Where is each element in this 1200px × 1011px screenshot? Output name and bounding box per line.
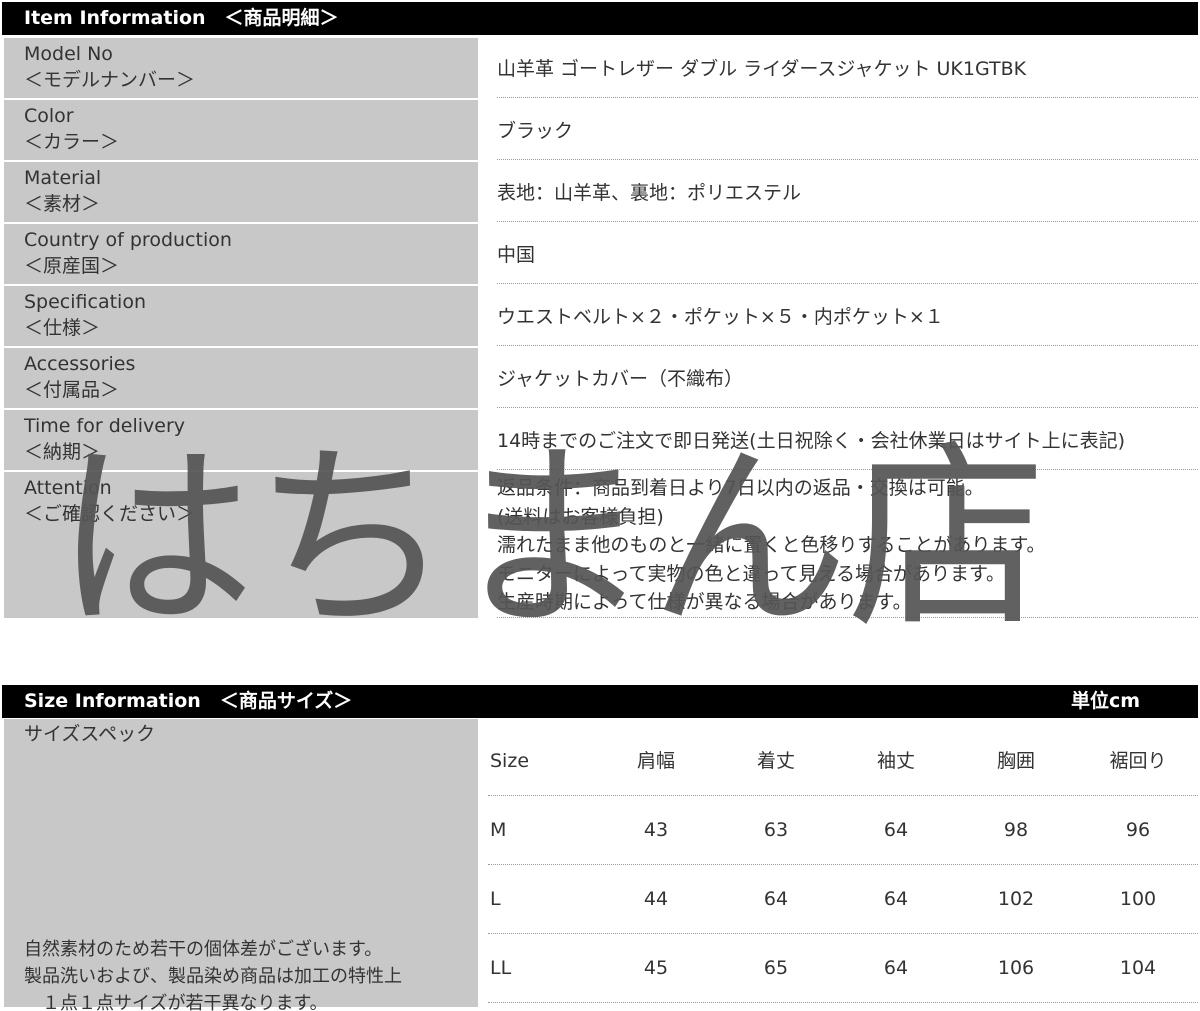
item-row-label-ja: ＜納期＞ — [24, 441, 101, 463]
item-row-label-en: Specification — [24, 291, 146, 313]
item-row-label-en: Accessories — [24, 353, 136, 375]
item-row-value: 返品条件：商品到着日より7日以内の返品・交換は可能。 (送料はお客様負担) 濡れたま… — [497, 472, 1198, 618]
size-table-column-header: 胸囲 — [996, 750, 1035, 772]
item-row-value-line: 中国 — [497, 244, 536, 266]
item-row-label: Model No ＜モデルナンバー＞ — [4, 38, 478, 98]
item-row-value: 14時までのご注文で即日発送(土日祝除く・会社休業日はサイト上に表記) — [497, 410, 1198, 470]
item-row-value-line: 返品条件：商品到着日より7日以内の返品・交換は可能。 — [497, 477, 984, 499]
item-row-label-ja: ＜仕様＞ — [24, 317, 101, 339]
size-table-cell: 104 — [1119, 957, 1157, 979]
size-unit: 単位cm — [1070, 690, 1140, 712]
item-row: Country of production ＜原産国＞ 中国 — [4, 224, 1198, 284]
size-note-line: 自然素材のため若干の個体差がございます。 — [24, 939, 383, 960]
size-table-column-header: 肩幅 — [636, 750, 675, 772]
item-row-value: ウエストベルト×２・ポケット×５・内ポケット×１ — [497, 286, 1198, 346]
size-table-column-header: 裾回り — [1109, 750, 1167, 772]
item-row-value-line: (送料はお客様負担) — [497, 505, 664, 528]
size-note-line: １点１点サイズが若干異なります。 — [24, 993, 328, 1011]
size-table-row: LL 45 65 64 106 104 — [488, 934, 1198, 1003]
item-row-label: Color ＜カラー＞ — [4, 100, 478, 160]
item-row-value-line: ブラック — [497, 120, 574, 142]
item-row-label-ja: ＜付属品＞ — [24, 379, 120, 401]
item-row-value-line: 14時までのご注文で即日発送(土日祝除く・会社休業日はサイト上に表記) — [497, 430, 1126, 452]
item-row-label-en: Color — [24, 105, 74, 127]
size-table-cell: 64 — [763, 888, 789, 910]
item-row-value: 中国 — [497, 224, 1198, 284]
item-row-label-en: Country of production — [24, 229, 232, 251]
item-row-label: Time for delivery ＜納期＞ — [4, 410, 478, 470]
item-row-value-line: 山羊革 ゴートレザー ダブル ライダースジャケット UK1GTBK — [497, 58, 1027, 80]
item-information-header: Item Information ＜商品明細＞ — [2, 2, 1198, 35]
size-table-cell: M — [490, 819, 507, 841]
size-table-cell: 98 — [1003, 819, 1029, 841]
item-row-label-en: Material — [24, 167, 102, 189]
item-row-label-en: Time for delivery — [24, 415, 185, 437]
item-row-value-line: 生産時期によって仕様が異なる場合があります。 — [497, 591, 912, 613]
size-notes: 自然素材のため若干の個体差がございます。 製品洗いおよび、製品染め商品は加工の特性… — [24, 936, 402, 1011]
size-table-header-row: Size 肩幅 着丈 袖丈 胸囲 裾回り — [488, 727, 1198, 796]
size-information-header: Size Information ＜商品サイズ＞ 単位cm — [2, 685, 1198, 718]
item-row-label-en: Attention — [24, 477, 112, 499]
size-table-cell: 64 — [883, 819, 909, 841]
size-table-cell: 44 — [643, 888, 669, 910]
size-table-cell: 45 — [643, 957, 669, 979]
item-row-label: Attention ＜ご確認ください＞ — [4, 472, 478, 618]
size-table-column-header: 袖丈 — [876, 750, 915, 772]
size-table-cell: 102 — [997, 888, 1035, 910]
item-row-label: Specification ＜仕様＞ — [4, 286, 478, 346]
item-row-value: 山羊革 ゴートレザー ダブル ライダースジャケット UK1GTBK — [497, 38, 1198, 98]
item-row-label-ja: ＜ご確認ください＞ — [24, 503, 196, 525]
item-row-value-line: ウエストベルト×２・ポケット×５・内ポケット×１ — [497, 306, 944, 328]
size-table-column-header: Size — [490, 750, 530, 772]
size-table-cell: 106 — [997, 957, 1035, 979]
item-row-value: ジャケットカバー（不織布） — [497, 348, 1198, 408]
item-row: Specification ＜仕様＞ ウエストベルト×２・ポケット×５・内ポケット×… — [4, 286, 1198, 346]
item-row-value-line: 表地：山羊革、裏地：ポリエステル — [497, 182, 802, 204]
size-spec-label: サイズスペック 自然素材のため若干の個体差がございます。 製品洗いおよび、製品染め… — [4, 719, 478, 1011]
size-note-line: 製品洗いおよび、製品染め商品は加工の特性上 — [24, 966, 402, 987]
item-row-label-ja: ＜原産国＞ — [24, 255, 120, 277]
item-row: Material ＜素材＞ 表地：山羊革、裏地：ポリエステル — [4, 162, 1198, 222]
item-row-label-ja: ＜カラー＞ — [24, 131, 120, 153]
item-row-value-line: ジャケットカバー（不織布） — [497, 368, 744, 390]
size-table-row: M 43 63 64 98 96 — [488, 796, 1198, 865]
size-table-cell: 64 — [883, 888, 909, 910]
item-row: Model No ＜モデルナンバー＞ 山羊革 ゴートレザー ダブル ライダースジャケ… — [4, 38, 1198, 98]
size-table-column-header: 着丈 — [756, 750, 795, 772]
item-row: Attention ＜ご確認ください＞ 返品条件：商品到着日より7日以内の返品・交換… — [4, 472, 1198, 618]
item-row-label: Accessories ＜付属品＞ — [4, 348, 478, 408]
item-row-label-ja: ＜素材＞ — [24, 193, 101, 215]
size-table-cell: L — [490, 888, 501, 910]
item-row: Color ＜カラー＞ ブラック — [4, 100, 1198, 160]
size-table-cell: 63 — [763, 819, 789, 841]
size-table-row: L 44 64 64 102 100 — [488, 865, 1198, 934]
item-row-label-en: Model No — [24, 43, 113, 65]
size-spec-title: サイズスペック — [24, 723, 156, 745]
item-row-label: Country of production ＜原産国＞ — [4, 224, 478, 284]
item-row: Time for delivery ＜納期＞ 14時までのご注文で即日発送(土日祝除… — [4, 410, 1198, 470]
size-table-cell: 65 — [763, 957, 789, 979]
item-row: Accessories ＜付属品＞ ジャケットカバー（不織布） — [4, 348, 1198, 408]
size-information-title: Size Information ＜商品サイズ＞ — [24, 690, 353, 712]
item-information-title: Item Information ＜商品明細＞ — [24, 7, 339, 29]
item-row-value-line: 濡れたまま他のものと一緒に置くと色移りすることがあります。 — [497, 534, 1046, 556]
size-table-cell: 43 — [643, 819, 669, 841]
item-row-label-ja: ＜モデルナンバー＞ — [24, 69, 196, 91]
size-table-cell: 100 — [1119, 888, 1157, 910]
size-table-cell: 64 — [883, 957, 909, 979]
size-table-cell: 96 — [1125, 819, 1151, 841]
item-row-value: 表地：山羊革、裏地：ポリエステル — [497, 162, 1198, 222]
item-row-value: ブラック — [497, 100, 1198, 160]
item-row-label: Material ＜素材＞ — [4, 162, 478, 222]
item-row-value-line: モニターによって実物の色と違って見える場合があります。 — [497, 562, 1006, 585]
size-table-cell: LL — [490, 957, 512, 979]
